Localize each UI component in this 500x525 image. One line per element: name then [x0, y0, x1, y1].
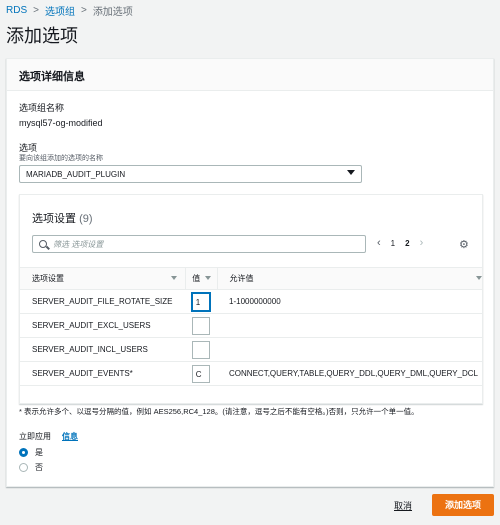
table-header-row: 选项设置 值 允许值 [20, 267, 482, 290]
settings-search-input[interactable]: 筛选 选项设置 [32, 235, 366, 253]
breadcrumb-option-groups[interactable]: 选项组 [45, 3, 75, 18]
setting-name: SERVER_AUDIT_FILE_ROTATE_SIZE [20, 289, 186, 314]
setting-allowed [217, 337, 482, 362]
page-2[interactable]: 2 [405, 239, 409, 248]
search-placeholder: 筛选 选项设置 [53, 240, 104, 249]
gear-icon[interactable]: ⚙ [459, 238, 469, 251]
setting-value-input[interactable]: C [191, 364, 210, 383]
setting-allowed [217, 313, 482, 338]
column-header-allowed[interactable]: 允许值 [216, 267, 482, 290]
radio-unselected-icon [19, 463, 28, 472]
settings-title-text: 选项设置 [32, 213, 76, 225]
card-header: 选项详细信息 [7, 59, 493, 91]
column-header-name[interactable]: 选项设置 [20, 267, 186, 290]
info-link[interactable]: 信息 [62, 431, 78, 442]
option-select-value: MARIADB_AUDIT_PLUGIN [26, 170, 126, 179]
sort-icon [171, 276, 178, 280]
chevron-right-icon: > [80, 5, 87, 16]
apply-yes-radio[interactable]: 是 [19, 447, 43, 458]
breadcrumb: RDS > 选项组 > 添加选项 [6, 3, 133, 18]
setting-allowed: CONNECT,QUERY,TABLE,QUERY_DDL,QUERY_DML,… [217, 361, 482, 386]
add-option-button[interactable]: 添加选项 [432, 494, 494, 516]
option-sublabel: 要向该组添加的选项的名称 [19, 155, 103, 162]
sort-icon [476, 276, 482, 280]
page-title: 添加选项 [6, 26, 78, 46]
chevron-right-icon: > [33, 5, 39, 16]
table-row: SERVER_AUDIT_EVENTS* C CONNECT,QUERY,TAB… [20, 361, 482, 386]
option-select[interactable]: MARIADB_AUDIT_PLUGIN [19, 165, 362, 183]
chevron-left-icon[interactable]: ‹ [377, 237, 381, 249]
group-name-label: 选项组名称 [19, 103, 65, 113]
settings-table: 选项设置 值 允许值 SERVER_AUDIT_FILE_ROTATE_SIZE… [20, 267, 482, 386]
setting-name: SERVER_AUDIT_EVENTS* [20, 361, 186, 386]
setting-value-input[interactable] [191, 316, 210, 335]
setting-name: SERVER_AUDIT_EXCL_USERS [20, 313, 186, 338]
setting-value-input[interactable]: 1 [191, 292, 210, 311]
caret-down-icon [347, 170, 355, 175]
apply-yes-label: 是 [35, 448, 43, 457]
table-row: SERVER_AUDIT_FILE_ROTATE_SIZE 1 1-100000… [20, 289, 482, 314]
option-settings-panel: 选项设置 (9) 筛选 选项设置 ‹ 1 2 › ⚙ 选项设置 值 允许值 SE… [19, 194, 483, 404]
setting-value-input[interactable] [191, 340, 210, 359]
setting-allowed: 1-1000000000 [217, 289, 482, 314]
multi-value-note: * 表示允许多个、以逗号分隔的值，例如 AES256,RC4_128。(请注意，… [19, 407, 419, 416]
apply-no-label: 否 [35, 463, 43, 472]
breadcrumb-current: 添加选项 [92, 7, 133, 18]
page-1[interactable]: 1 [391, 239, 395, 248]
settings-title: 选项设置 (9) [32, 210, 93, 226]
breadcrumb-rds[interactable]: RDS [6, 5, 27, 16]
settings-count: (9) [79, 213, 93, 225]
option-details-card: 选项详细信息 选项组名称 mysql57-og-modified 选项 要向该组… [6, 58, 494, 487]
radio-selected-icon [19, 448, 28, 457]
sort-icon [204, 276, 211, 280]
table-row: SERVER_AUDIT_EXCL_USERS [20, 313, 482, 338]
table-row: SERVER_AUDIT_INCL_USERS [20, 337, 482, 362]
setting-name: SERVER_AUDIT_INCL_USERS [20, 337, 186, 362]
column-header-value[interactable]: 值 [185, 267, 218, 290]
pagination: ‹ 1 2 › [377, 237, 423, 249]
apply-immediately-label: 立即应用 [19, 432, 51, 441]
chevron-right-icon[interactable]: › [420, 237, 424, 249]
group-name-value: mysql57-og-modified [19, 118, 103, 128]
search-icon [39, 240, 47, 248]
cancel-button[interactable]: 取消 [394, 499, 412, 512]
apply-no-radio[interactable]: 否 [19, 462, 43, 473]
